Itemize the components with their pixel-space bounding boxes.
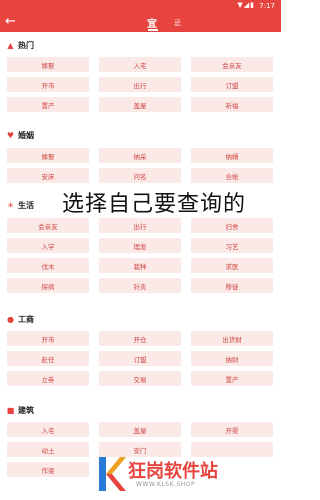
option-chip[interactable]: 探病 (7, 278, 89, 293)
section-title-hot: ▲ 热门 (6, 40, 34, 51)
watermark-logo-icon (99, 457, 126, 491)
section-title-text: 热门 (18, 41, 34, 50)
section-grid-life: 会亲友 出行 扫舍 入学 理发 习艺 伐木 栽种 求医 探病 针灸 移徙 (7, 218, 274, 293)
person-icon: ● (7, 315, 14, 324)
option-chip[interactable]: 盖屋 (99, 97, 181, 112)
option-chip[interactable]: 开市 (7, 331, 89, 346)
option-chip[interactable]: 会亲友 (191, 57, 273, 72)
option-chip[interactable]: 移徙 (191, 278, 273, 293)
section-grid-business: 开市 开仓 出货财 赴任 订盟 纳财 立券 交易 置产 (7, 331, 274, 386)
option-chip[interactable]: 理发 (99, 238, 181, 253)
option-chip[interactable]: 置产 (7, 97, 89, 112)
section-title-building: ■ 建筑 (6, 405, 34, 416)
status-bar: ▼◢▮ 7:17 (0, 0, 281, 12)
option-chip[interactable]: 盖屋 (99, 422, 181, 437)
option-chip[interactable]: 问名 (99, 168, 181, 183)
option-chip[interactable]: 求医 (191, 258, 273, 273)
option-chip[interactable]: 嫁娶 (7, 148, 89, 163)
section-title-life: ☀ 生活 (6, 200, 34, 211)
option-chip[interactable]: 祈福 (191, 97, 273, 112)
flame-icon: ▲ (7, 41, 14, 50)
option-chip[interactable]: 出货财 (191, 331, 273, 346)
section-title-marriage: ♥ 婚姻 (6, 130, 34, 141)
status-icons: ▼◢▮ (237, 1, 255, 9)
section-title-business: ● 工商 (6, 314, 34, 325)
option-chip[interactable]: 置产 (191, 371, 273, 386)
option-chip[interactable]: 合帐 (191, 168, 273, 183)
option-chip[interactable]: 栽种 (99, 258, 181, 273)
section-title-text: 生活 (18, 201, 34, 210)
option-chip[interactable]: 赴任 (7, 351, 89, 366)
option-chip[interactable]: 会亲友 (7, 218, 89, 233)
sun-icon: ☀ (6, 201, 15, 210)
option-chip[interactable]: 伐木 (7, 258, 89, 273)
option-chip[interactable]: 入宅 (7, 422, 89, 437)
option-chip[interactable]: 纳采 (99, 148, 181, 163)
content: ▲ 热门 嫁娶 入宅 会亲友 开市 出行 订盟 置产 盖屋 祈福 ♥ 婚姻 嫁娶… (0, 32, 281, 500)
option-chip[interactable]: 针灸 (99, 278, 181, 293)
option-chip[interactable]: 习艺 (191, 238, 273, 253)
option-chip[interactable]: 出行 (99, 218, 181, 233)
option-chip[interactable]: 动土 (7, 442, 89, 457)
option-chip[interactable]: 入学 (7, 238, 89, 253)
option-chip[interactable]: 订盟 (191, 77, 273, 92)
option-chip[interactable]: 订盟 (99, 351, 181, 366)
option-chip[interactable]: 嫁娶 (7, 57, 89, 72)
status-time: 7:17 (259, 2, 275, 10)
building-icon: ■ (6, 406, 15, 415)
option-chip[interactable]: 开仓 (99, 331, 181, 346)
heart-icon: ♥ (6, 131, 15, 140)
option-chip[interactable]: 出行 (99, 77, 181, 92)
overlay-caption: 选择自己要查询的 (62, 192, 247, 217)
option-chip[interactable]: 纳婿 (191, 148, 273, 163)
option-chip[interactable]: 入宅 (99, 57, 181, 72)
app-bar: ← 宜 忌 (0, 12, 281, 32)
watermark: 狂岗软件站 WWW.KLSK.SHOP (96, 455, 276, 495)
watermark-text: 狂岗软件站 (128, 461, 218, 482)
option-chip[interactable]: 安床 (7, 168, 89, 183)
option-chip[interactable]: 纳财 (191, 351, 273, 366)
option-chip[interactable]: 作梁 (7, 462, 89, 477)
option-chip[interactable]: 开市 (7, 77, 89, 92)
section-title-text: 婚姻 (18, 131, 34, 140)
option-chip[interactable]: 扫舍 (191, 218, 273, 233)
arrow-left-icon[interactable]: ← (5, 13, 16, 31)
watermark-url: WWW.KLSK.SHOP (136, 481, 196, 488)
tab-indicator (148, 29, 158, 31)
section-grid-hot: 嫁娶 入宅 会亲友 开市 出行 订盟 置产 盖屋 祈福 (7, 57, 274, 112)
tab-ji[interactable]: 忌 (174, 18, 181, 28)
section-title-text: 工商 (18, 315, 34, 324)
option-chip[interactable]: 立券 (7, 371, 89, 386)
section-title-text: 建筑 (18, 406, 34, 415)
option-chip[interactable]: 交易 (99, 371, 181, 386)
option-chip[interactable]: 开渠 (191, 422, 273, 437)
section-grid-marriage: 嫁娶 纳采 纳婿 安床 问名 合帐 (7, 148, 274, 183)
tab-yi[interactable]: 宜 (147, 15, 157, 30)
